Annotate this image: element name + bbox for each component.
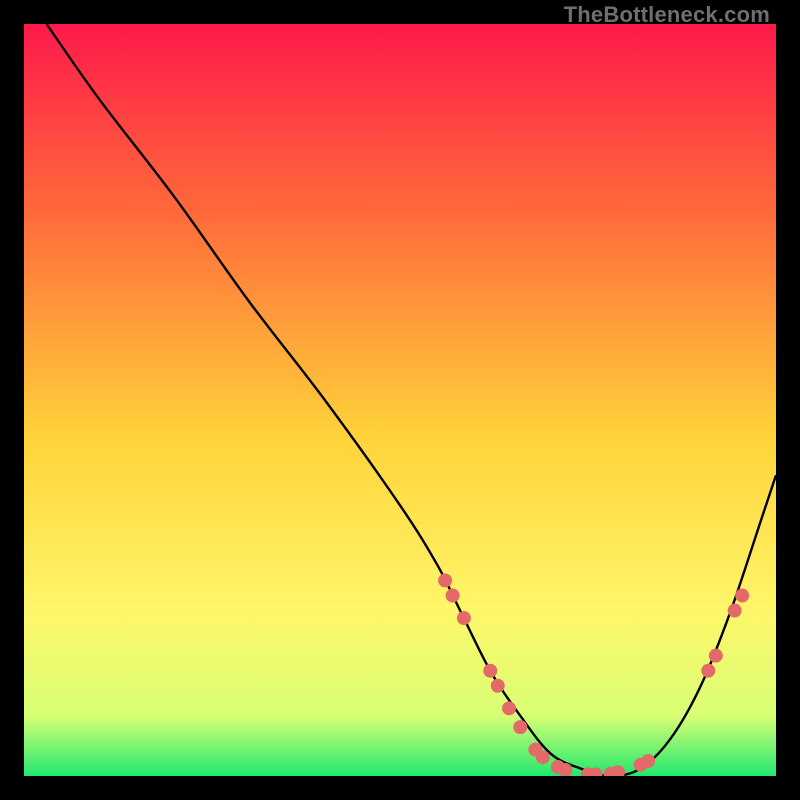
data-point [735,589,749,603]
data-point [457,611,471,625]
data-point [536,750,550,764]
data-point [701,664,715,678]
data-point [641,754,655,768]
data-point [728,604,742,618]
watermark-label: TheBottleneck.com [564,2,770,28]
data-point [502,701,516,715]
data-point [438,573,452,587]
gradient-background [24,24,776,776]
data-point [483,664,497,678]
data-point [446,589,460,603]
data-point [491,679,505,693]
data-point [513,720,527,734]
bottleneck-chart [24,24,776,776]
data-point [709,649,723,663]
chart-frame [24,24,776,776]
